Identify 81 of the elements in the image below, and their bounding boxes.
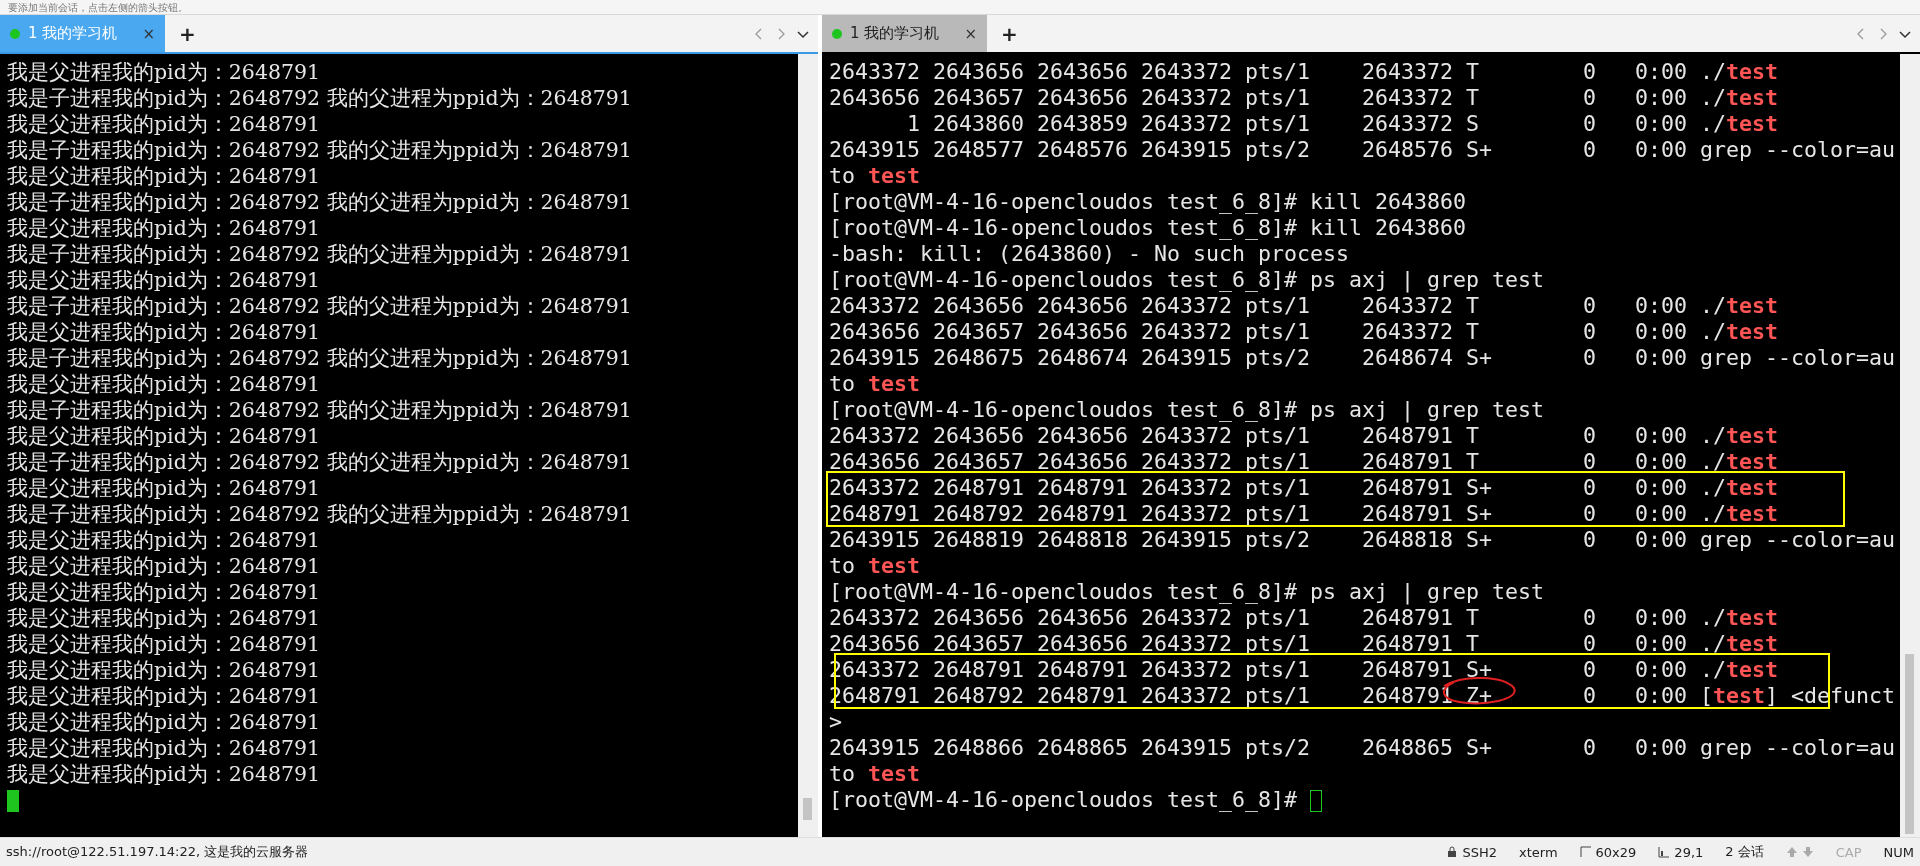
cursor-position-icon [1658,845,1671,858]
lock-icon [1446,845,1459,858]
output-line: [root@VM-4-16-opencloudos test_6_8]# kill 2643860 [829,215,1468,241]
up-arrow-icon[interactable] [1785,846,1798,858]
corner-icon [1579,845,1592,858]
output-line: to test [829,761,922,787]
output-line: 我是父进程我的pid为：2648791 [7,553,322,579]
cursor-position: 29,1 [1658,844,1704,860]
output-line: 我是子进程我的pid为：2648792 我的父进程为ppid为：2648791 [7,397,633,423]
output-line: 我是子进程我的pid为：2648792 我的父进程为ppid为：2648791 [7,293,633,319]
down-arrow-icon[interactable] [1801,846,1814,858]
tab-label: 1 我的学习机 [28,24,119,43]
output-line: 2643915 2648577 2648576 2643915 pts/2 2648576 S+ 0 0:00 grep --color=au [829,137,1897,163]
output-line: 2643372 2643656 2643656 2643372 pts/1 2643372 T 0 0:00 ./test [829,293,1780,319]
output-line: 我是父进程我的pid为：2648791 [7,215,322,241]
output-line: 2643656 2643657 2643656 2643372 pts/1 2648791 T 0 0:00 ./test [829,449,1780,475]
key-state-indicator: NUM [1883,844,1914,860]
output-line: 我是父进程我的pid为：2648791 [7,267,322,293]
output-line: 我是父进程我的pid为：2648791 [7,579,322,605]
output-line: [root@VM-4-16-opencloudos test_6_8]# ps axj | grep test [829,397,1546,423]
output-line: 2643372 2648791 2648791 2643372 pts/1 2648791 S+ 0 0:00 ./test [829,475,1780,501]
output-line: 我是子进程我的pid为：2648792 我的父进程为ppid为：2648791 [7,137,633,163]
output-line: [root@VM-4-16-opencloudos test_6_8]# kill 2643860 [829,189,1468,215]
output-line: 我是父进程我的pid为：2648791 [7,735,322,761]
output-line: 我是父进程我的pid为：2648791 [7,475,322,501]
output-line: 我是子进程我的pid为：2648792 我的父进程为ppid为：2648791 [7,189,633,215]
output-line: 我是父进程我的pid为：2648791 [7,111,322,137]
output-line: -bash: kill: (2643860) - No such process [829,241,1351,267]
output-line: to test [829,553,922,579]
output-line: 2643915 2648866 2648865 2643915 pts/2 2648865 S+ 0 0:00 grep --color=au [829,735,1897,761]
output-line: 我是父进程我的pid为：2648791 [7,423,322,449]
output-line: 我是父进程我的pid为：2648791 [7,761,322,787]
connection-address: ssh://root@122.51.197.14:22, 这是我的云服务器 [6,843,309,861]
output-line: 我是父进程我的pid为：2648791 [7,683,322,709]
output-line: 我是父进程我的pid为：2648791 [7,163,322,189]
status-dot-icon [10,28,20,39]
output-line: to test [829,163,922,189]
session-tab[interactable]: 1 我的学习机 × [822,15,987,52]
notice-text: 要添加当前会话，点击左侧的箭头按钮。 [8,2,188,14]
output-line: 2643372 2643656 2643656 2643372 pts/1 2643372 T 0 0:00 ./test [829,59,1780,85]
output-line: 我是父进程我的pid为：2648791 [7,371,322,397]
output-line: to test [829,371,922,397]
output-line: 2643656 2643657 2643656 2643372 pts/1 2648791 T 0 0:00 ./test [829,631,1780,657]
output-line: [root@VM-4-16-opencloudos test_6_8]# [829,787,1900,813]
add-tab-button[interactable]: + [165,15,210,52]
output-line: 我是子进程我的pid为：2648792 我的父进程为ppid为：2648791 [7,241,633,267]
scrollbar[interactable] [798,54,818,837]
output-line: 我是子进程我的pid为：2648792 我的父进程为ppid为：2648791 [7,501,633,527]
output-line: 2648791 2648792 2648791 2643372 pts/1 2648791 S+ 0 0:00 ./test [829,501,1780,527]
output-line: 我是父进程我的pid为：2648791 [7,631,322,657]
output-line: 1 2643860 2643859 2643372 pts/1 2643372 S 0 0:00 ./test [906,111,1780,137]
output-line: 我是子进程我的pid为：2648792 我的父进程为ppid为：2648791 [7,85,633,111]
output-line: 2643915 2648675 2648674 2643915 pts/2 2648674 S+ 0 0:00 grep --color=au [829,345,1897,371]
output-line: 我是父进程我的pid为：2648791 [7,59,322,85]
output-line: 我是父进程我的pid为：2648791 [7,527,322,553]
output-line: 2643656 2643657 2643656 2643372 pts/1 2643372 T 0 0:00 ./test [829,85,1780,111]
scrollbar[interactable] [1900,54,1920,837]
output-line: [root@VM-4-16-opencloudos test_6_8]# ps axj | grep test [829,579,1546,605]
output-line: > [829,709,843,735]
output-line: 2643656 2643657 2643656 2643372 pts/1 2643372 T 0 0:00 ./test [829,319,1780,345]
tab-label: 1 我的学习机 [850,24,941,43]
output-line: 我是父进程我的pid为：2648791 [7,709,322,735]
output-line: 我是父进程我的pid为：2648791 [7,319,322,345]
close-icon[interactable]: × [964,24,977,43]
close-icon[interactable]: × [142,24,155,43]
output-line: [root@VM-4-16-opencloudos test_6_8]# ps axj | grep test [829,267,1546,293]
key-state-indicator: CAP [1835,844,1862,860]
session-count[interactable]: 2 会话 [1725,843,1764,861]
status-dot-icon [832,28,842,39]
terminal-type: xterm [1519,844,1558,860]
output-line: 我是子进程我的pid为：2648792 我的父进程为ppid为：2648791 [7,449,633,475]
output-line: 2643372 2643656 2643656 2643372 pts/1 2648791 T 0 0:00 ./test [829,605,1780,631]
output-line: 我是父进程我的pid为：2648791 [7,657,322,683]
output-line: 2643915 2648819 2648818 2643915 pts/2 2648818 S+ 0 0:00 grep --color=au [829,527,1897,553]
output-line: 我是子进程我的pid为：2648792 我的父进程为ppid为：2648791 [7,345,633,371]
terminal-size: 60x29 [1579,844,1637,860]
session-tab[interactable]: 1 我的学习机 × [0,15,165,52]
output-line: 我是父进程我的pid为：2648791 [7,605,322,631]
output-line: 2643372 2643656 2643656 2643372 pts/1 2648791 T 0 0:00 ./test [829,423,1780,449]
protocol-label: SSH2 [1446,844,1497,860]
add-tab-button[interactable]: + [987,15,1032,52]
